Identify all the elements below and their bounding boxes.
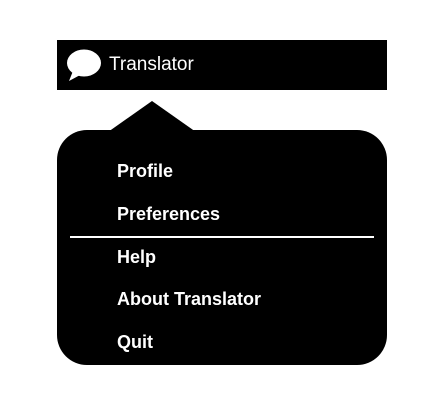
menu-separator [70,236,374,238]
dropdown-menu: Profile Preferences Help About Translato… [57,130,387,365]
menu-item-quit[interactable]: Quit [117,331,153,353]
menu-item-help[interactable]: Help [117,246,156,268]
app-title: Translator [109,54,194,75]
menu-pointer-arrow [108,101,196,132]
app-titlebar[interactable]: Translator [57,40,387,90]
speech-bubble-icon [66,48,102,82]
menu-item-preferences[interactable]: Preferences [117,203,220,225]
menu-item-about[interactable]: About Translator [117,288,261,310]
menu-item-profile[interactable]: Profile [117,160,173,182]
